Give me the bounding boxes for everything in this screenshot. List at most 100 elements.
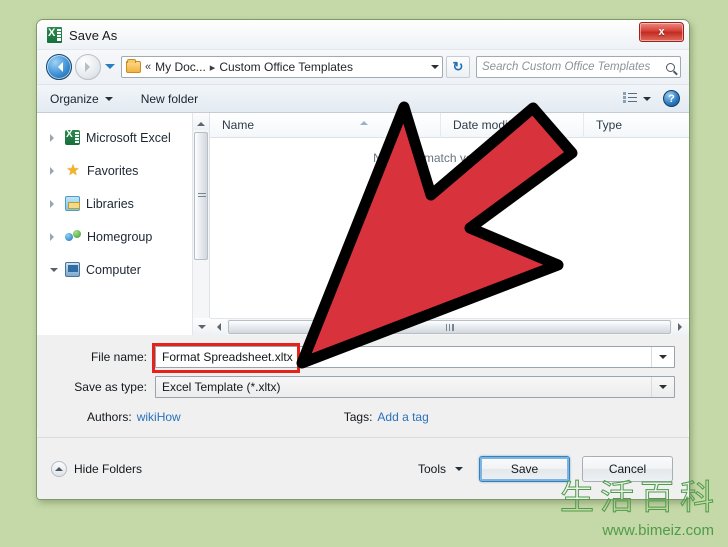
refresh-icon: ↻ xyxy=(452,59,464,74)
scroll-left-button[interactable] xyxy=(210,318,227,336)
chevron-down-icon xyxy=(643,96,651,105)
computer-icon xyxy=(65,262,80,277)
chevron-right-icon[interactable] xyxy=(50,232,58,241)
tags-value[interactable]: Add a tag xyxy=(377,410,428,424)
tags-group: Tags: Add a tag xyxy=(344,410,429,424)
help-button[interactable]: ? xyxy=(663,90,680,107)
sort-ascending-icon xyxy=(360,117,368,125)
file-name-value: Format Spreadsheet.xltx xyxy=(162,349,293,364)
chevron-right-icon[interactable] xyxy=(50,166,58,175)
save-as-type-value: Excel Template (*.xltx) xyxy=(162,379,281,394)
file-list-horizontal-scrollbar[interactable] xyxy=(210,318,689,336)
authors-value[interactable]: wikiHow xyxy=(137,410,181,424)
vertical-scroll-thumb[interactable] xyxy=(194,132,208,260)
scroll-left-icon xyxy=(213,323,221,331)
breadcrumb-item-0[interactable]: My Doc... xyxy=(155,60,206,74)
sidebar-item-label: Homegroup xyxy=(87,229,153,244)
scroll-up-button[interactable] xyxy=(193,113,209,130)
cancel-label: Cancel xyxy=(608,461,647,476)
organize-button[interactable]: Organize xyxy=(50,92,113,106)
recent-pages-icon[interactable] xyxy=(105,64,115,74)
back-arrow-icon xyxy=(53,62,63,72)
save-button[interactable]: Save xyxy=(479,455,570,482)
chevron-down-icon[interactable] xyxy=(659,384,667,393)
column-header-row: Name Date modified Type xyxy=(210,112,689,138)
forward-button[interactable] xyxy=(75,54,101,80)
refresh-button[interactable]: ↻ xyxy=(446,56,470,78)
navigation-bar: « My Doc... ▸ Custom Office Templates ↻ … xyxy=(37,50,689,84)
column-label: Date modified xyxy=(453,117,528,132)
scroll-grip-icon xyxy=(445,324,454,331)
column-label: Type xyxy=(596,117,623,132)
view-options-button[interactable] xyxy=(623,91,651,105)
chevron-down-icon[interactable] xyxy=(659,354,667,363)
sidebar-item-label: Libraries xyxy=(86,196,134,211)
empty-list-message: No items match your search. xyxy=(373,151,526,165)
horizontal-scroll-thumb[interactable] xyxy=(228,320,671,334)
chevron-up-icon xyxy=(55,463,63,471)
save-label: Save xyxy=(510,461,539,476)
chevron-down-icon[interactable] xyxy=(431,65,439,73)
tags-label: Tags: xyxy=(343,410,373,424)
save-as-type-label: Save as type: xyxy=(74,379,147,394)
breadcrumb-overflow[interactable]: « xyxy=(145,61,151,73)
sidebar-item-favorites[interactable]: ★ Favorites xyxy=(37,154,209,187)
sidebar-item-label: Microsoft Excel xyxy=(86,130,171,145)
chevron-down-icon[interactable] xyxy=(50,267,58,276)
sidebar-item-microsoft-excel[interactable]: Microsoft Excel xyxy=(37,121,209,154)
breadcrumb[interactable]: « My Doc... ▸ Custom Office Templates xyxy=(121,56,443,78)
column-header-type[interactable]: Type xyxy=(583,112,689,138)
toolbar-right: ? xyxy=(623,90,680,107)
search-icon xyxy=(666,62,675,72)
tools-button[interactable]: Tools xyxy=(418,462,463,476)
help-icon: ? xyxy=(668,92,675,105)
save-as-type-select[interactable]: Excel Template (*.xltx) xyxy=(155,375,675,398)
sidebar-item-label: Computer xyxy=(86,262,141,277)
sidebar-item-homegroup[interactable]: Homegroup xyxy=(37,220,209,253)
breadcrumb-separator: ▸ xyxy=(209,61,216,74)
scroll-up-icon xyxy=(197,118,205,126)
sidebar-item-computer[interactable]: Computer xyxy=(37,253,209,286)
homegroup-icon xyxy=(65,229,81,244)
sidebar-item-libraries[interactable]: Libraries xyxy=(37,187,209,220)
hide-folders-button[interactable]: Hide Folders xyxy=(51,460,143,477)
new-folder-button[interactable]: New folder xyxy=(141,92,198,106)
sidebar-item-label: Favorites xyxy=(87,163,139,178)
metadata-row: Authors: wikiHow Tags: Add a tag xyxy=(51,404,675,430)
file-name-input[interactable]: Format Spreadsheet.xltx xyxy=(152,342,675,373)
input-divider xyxy=(651,346,652,367)
excel-icon xyxy=(65,129,80,145)
hide-folders-label: Hide Folders xyxy=(74,461,143,476)
libraries-icon xyxy=(65,196,80,211)
column-header-date-modified[interactable]: Date modified xyxy=(440,112,583,138)
file-name-label: File name: xyxy=(90,349,147,364)
chevron-right-icon[interactable] xyxy=(50,133,58,142)
chevron-down-icon xyxy=(104,96,113,105)
folder-icon xyxy=(126,59,141,73)
command-toolbar: Organize New folder ? xyxy=(37,84,689,113)
close-icon: x xyxy=(658,26,665,38)
navigation-pane: Microsoft Excel ★ Favorites Libraries Ho… xyxy=(37,113,210,335)
window-title: Save As xyxy=(69,27,118,43)
save-form: File name: Format Spreadsheet.xltx Save … xyxy=(37,335,689,430)
close-button[interactable]: x xyxy=(639,22,684,42)
sidebar-scrollbar[interactable] xyxy=(192,113,210,335)
save-as-type-row: Save as type: Excel Template (*.xltx) xyxy=(51,374,675,399)
scroll-grip-icon xyxy=(198,193,206,199)
cancel-button[interactable]: Cancel xyxy=(582,455,673,482)
breadcrumb-item-1[interactable]: Custom Office Templates xyxy=(219,60,353,74)
browser-body: Microsoft Excel ★ Favorites Libraries Ho… xyxy=(37,112,689,336)
dialog-footer: Hide Folders Tools Save Cancel xyxy=(37,437,689,499)
scroll-down-button[interactable] xyxy=(193,318,210,335)
tools-label: Tools xyxy=(417,461,446,476)
back-button[interactable] xyxy=(46,54,72,80)
scroll-right-button[interactable] xyxy=(672,318,689,336)
title-bar-left: Save As xyxy=(37,20,689,50)
chevron-right-icon[interactable] xyxy=(50,199,58,208)
chevron-down-icon xyxy=(455,466,463,475)
file-list-pane: Name Date modified Type No items match y… xyxy=(210,112,689,336)
search-input[interactable]: Search Custom Office Templates xyxy=(476,56,681,78)
authors-label: Authors: xyxy=(87,410,132,424)
new-folder-label: New folder xyxy=(140,91,199,106)
column-header-name[interactable]: Name xyxy=(210,113,440,138)
